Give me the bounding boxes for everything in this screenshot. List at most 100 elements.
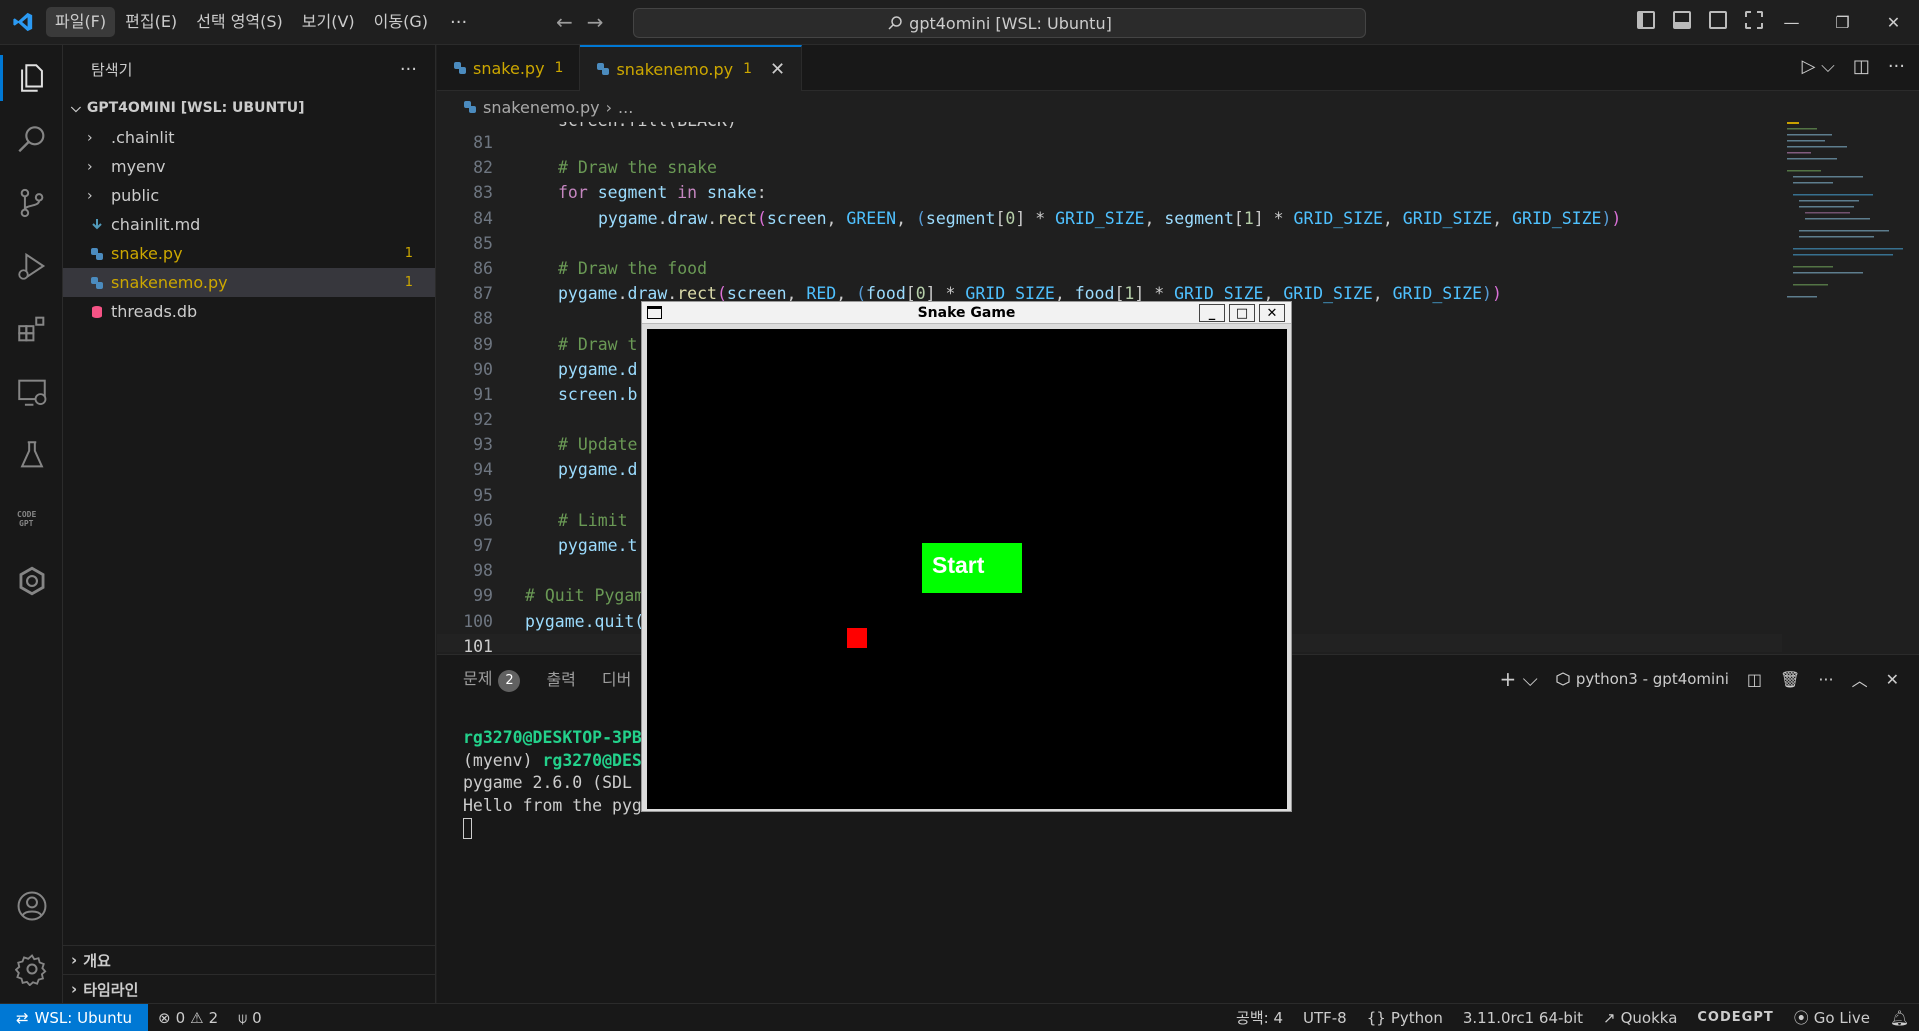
game-window-titlebar[interactable]: Snake Game _ □ ✕ bbox=[642, 302, 1291, 324]
terminal-line: pygame 2.6.0 (SDL bbox=[463, 773, 632, 792]
timeline-section[interactable]: › 타임라인 bbox=[63, 974, 436, 1003]
panel-more-icon[interactable]: ··· bbox=[1818, 670, 1833, 689]
activity-bar: CODE GPT bbox=[0, 45, 63, 1003]
python-file-icon bbox=[87, 247, 107, 261]
openai-icon[interactable] bbox=[0, 552, 63, 610]
terminal-selector[interactable]: python3 - gpt4omini bbox=[1556, 670, 1729, 688]
search-sidebar-icon[interactable] bbox=[0, 111, 63, 169]
quokka-status[interactable]: ↗ Quokka bbox=[1593, 1009, 1687, 1027]
sidebar-more-icon[interactable]: ··· bbox=[400, 59, 417, 80]
testing-flask-icon[interactable] bbox=[0, 426, 63, 484]
minimap[interactable] bbox=[1785, 122, 1919, 652]
new-terminal-icon[interactable]: + ⌵ bbox=[1500, 667, 1538, 691]
codegpt-status[interactable]: CODEGPT bbox=[1687, 1010, 1783, 1025]
terminal-output[interactable]: rg3270@DESKTOP-3PB (myenv) rg3270@DES py… bbox=[463, 727, 642, 840]
game-maximize-icon[interactable]: □ bbox=[1229, 304, 1255, 322]
tree-item-snake-py[interactable]: snake.py 1 bbox=[63, 239, 435, 268]
tree-item-public[interactable]: › public bbox=[63, 181, 435, 210]
language-mode-status[interactable]: {} Python bbox=[1357, 1009, 1453, 1027]
restore-window-icon[interactable]: ❐ bbox=[1817, 0, 1868, 45]
split-terminal-icon[interactable]: ◫ bbox=[1747, 670, 1762, 689]
remote-indicator[interactable]: ⇄ WSL: Ubuntu bbox=[0, 1003, 149, 1031]
game-close-icon[interactable]: ✕ bbox=[1259, 304, 1285, 322]
workspace-name: GPT4OMINI [WSL: UBUNTU] bbox=[86, 100, 305, 116]
command-center-label: gpt4omini [WSL: Ubuntu] bbox=[909, 13, 1112, 33]
terminal-line: Hello from the pyg bbox=[463, 795, 642, 815]
breadcrumb: snakenemo.py › ... bbox=[437, 92, 1919, 122]
tab-problems[interactable]: 문제 2 bbox=[463, 665, 521, 692]
menu-view[interactable]: 보기(V) bbox=[293, 7, 364, 37]
toggle-secondary-sidebar-icon[interactable] bbox=[1709, 11, 1727, 29]
run-python-file-icon[interactable]: ▷ ⌵ bbox=[1802, 56, 1835, 77]
tree-item-chainlit[interactable]: › .chainlit bbox=[63, 123, 435, 152]
tree-item-chainlit-md[interactable]: chainlit.md bbox=[63, 210, 435, 239]
chevron-right-icon: › bbox=[71, 980, 78, 998]
svg-text:CODE: CODE bbox=[17, 510, 36, 519]
game-minimize-icon[interactable]: _ bbox=[1199, 304, 1225, 322]
toggle-primary-sidebar-icon[interactable] bbox=[1637, 11, 1655, 29]
menu-go[interactable]: 이동(G) bbox=[365, 7, 437, 37]
forward-arrow-icon[interactable]: → bbox=[587, 10, 604, 34]
breadcrumb-file[interactable]: snakenemo.py bbox=[483, 98, 600, 117]
go-live-status[interactable]: ⦿ Go Live bbox=[1784, 1007, 1880, 1028]
close-window-icon[interactable]: ✕ bbox=[1868, 0, 1919, 45]
tab-snakenemo-py[interactable]: snakenemo.py 1 ✕ bbox=[580, 45, 803, 91]
outline-section[interactable]: › 개요 bbox=[63, 945, 436, 974]
chevron-right-icon: › bbox=[87, 129, 93, 146]
status-bar: ⇄ WSL: Ubuntu ⊗ 0 ⚠ 2 ⍦ 0 공백: 4 UTF-8 {} Pyt… bbox=[0, 1003, 1919, 1031]
menu-more-icon[interactable]: ··· bbox=[438, 12, 479, 33]
run-debug-icon[interactable] bbox=[0, 237, 63, 295]
close-panel-icon[interactable]: ✕ bbox=[1886, 670, 1899, 689]
snake-food bbox=[847, 628, 867, 648]
maximize-panel-chevron-up-icon[interactable]: ︿ bbox=[1852, 667, 1868, 691]
kill-terminal-trash-icon[interactable]: 🗑 bbox=[1780, 670, 1800, 689]
extensions-icon[interactable] bbox=[0, 300, 63, 358]
settings-gear-icon[interactable] bbox=[0, 940, 63, 998]
editor-more-icon[interactable]: ··· bbox=[1888, 56, 1905, 77]
search-icon bbox=[888, 16, 902, 30]
editor-tabs: snake.py 1 snakenemo.py 1 ✕ ▷ ⌵ ◫ ··· bbox=[437, 45, 1919, 91]
minimize-window-icon[interactable]: — bbox=[1766, 0, 1817, 45]
toggle-panel-icon[interactable] bbox=[1673, 11, 1691, 29]
ports-status[interactable]: ⍦ 0 bbox=[228, 1009, 272, 1027]
start-button[interactable]: Start bbox=[922, 543, 1022, 593]
split-editor-icon[interactable]: ◫ bbox=[1853, 56, 1870, 77]
explorer-icon[interactable] bbox=[0, 49, 63, 107]
svg-text:GPT: GPT bbox=[19, 519, 34, 528]
terminal-cursor bbox=[463, 818, 472, 839]
workspace-section-header[interactable]: ⌵ GPT4OMINI [WSL: UBUNTU] bbox=[63, 93, 435, 123]
menu-bar: 파일(F) 편집(E) 선택 영역(S) 보기(V) 이동(G) ··· bbox=[46, 0, 479, 45]
customize-layout-icon[interactable] bbox=[1745, 11, 1763, 29]
python-interpreter-status[interactable]: 3.11.0rc1 64-bit bbox=[1453, 1009, 1593, 1027]
notifications-bell-icon[interactable]: 🔔︎ bbox=[1880, 1009, 1919, 1027]
tab-output[interactable]: 출력 bbox=[546, 666, 575, 690]
vscode-logo-icon bbox=[0, 0, 46, 45]
terminal-line: rg3270@DESKTOP-3PB bbox=[463, 728, 642, 747]
game-canvas[interactable]: Start bbox=[647, 329, 1287, 809]
menu-edit[interactable]: 편집(E) bbox=[116, 7, 186, 37]
tab-snake-py[interactable]: snake.py 1 bbox=[437, 45, 581, 91]
accounts-icon[interactable] bbox=[0, 877, 63, 935]
menu-selection[interactable]: 선택 영역(S) bbox=[187, 7, 292, 37]
codegpt-icon[interactable]: CODE GPT bbox=[0, 489, 63, 547]
remote-explorer-icon[interactable] bbox=[0, 363, 63, 421]
problems-status[interactable]: ⊗ 0 ⚠ 2 bbox=[148, 1009, 228, 1027]
back-arrow-icon[interactable]: ← bbox=[556, 10, 573, 34]
close-tab-icon[interactable]: ✕ bbox=[770, 59, 785, 80]
python-file-icon bbox=[454, 62, 466, 74]
menu-file[interactable]: 파일(F) bbox=[46, 7, 116, 37]
source-control-icon[interactable] bbox=[0, 174, 63, 232]
indentation-status[interactable]: 공백: 4 bbox=[1226, 1007, 1293, 1028]
python-file-icon bbox=[464, 101, 476, 113]
markdown-file-icon bbox=[87, 218, 107, 232]
python-file-icon bbox=[597, 63, 610, 75]
tree-item-snakenemo-py[interactable]: snakenemo.py 1 bbox=[63, 268, 435, 297]
tab-debug-console[interactable]: 디버 bbox=[602, 666, 631, 690]
snake-game-window[interactable]: Snake Game _ □ ✕ Start bbox=[641, 301, 1292, 812]
breadcrumb-symbols[interactable]: ... bbox=[618, 98, 633, 117]
encoding-status[interactable]: UTF-8 bbox=[1293, 1009, 1357, 1027]
tree-item-threads-db[interactable]: threads.db bbox=[63, 297, 435, 326]
terminal-cursor-line bbox=[463, 817, 642, 840]
tree-item-myenv[interactable]: › myenv bbox=[63, 152, 435, 181]
command-center-search[interactable]: gpt4omini [WSL: Ubuntu] bbox=[633, 8, 1366, 38]
